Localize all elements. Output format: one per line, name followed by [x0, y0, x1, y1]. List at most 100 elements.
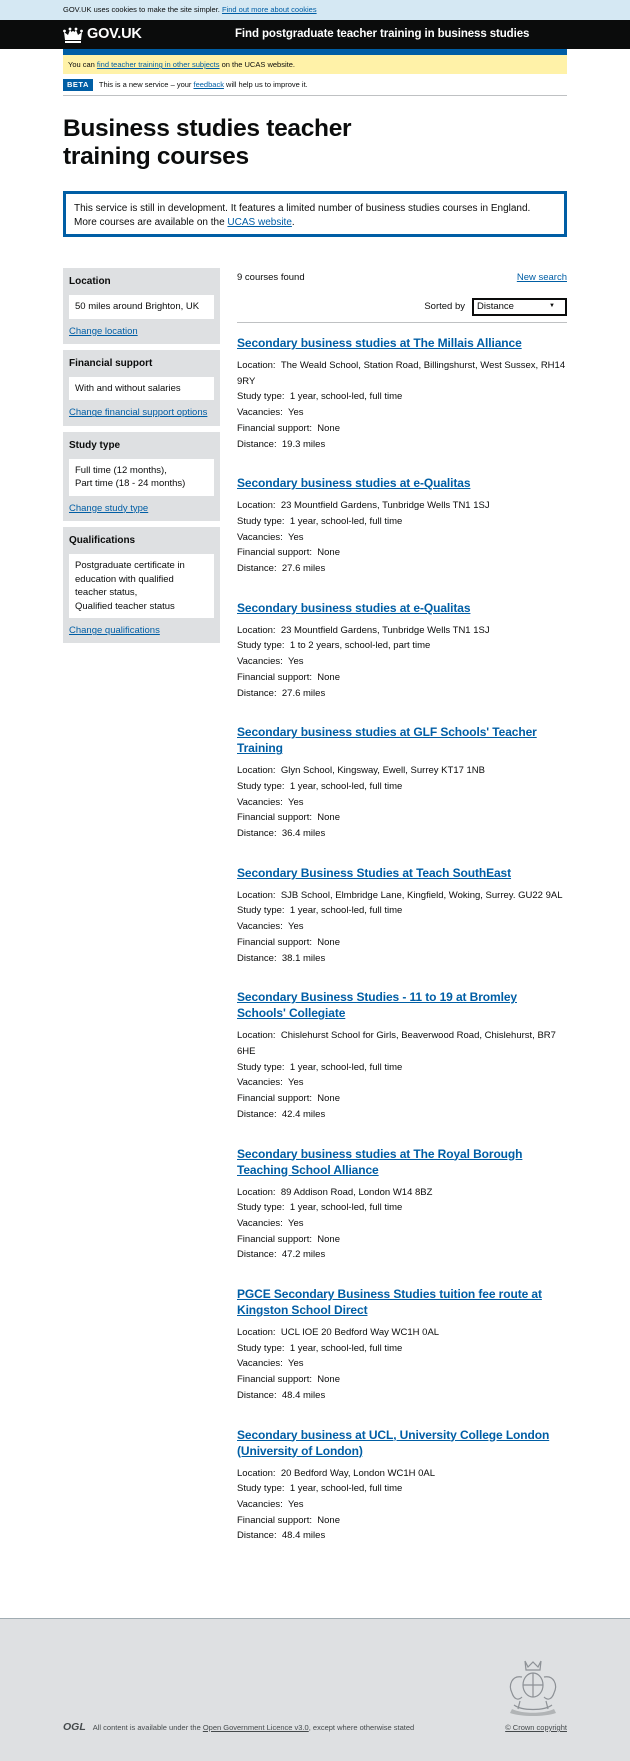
course-study-type-row: Study type: 1 year, school-led, full tim…: [237, 779, 567, 795]
field-value: None: [317, 1374, 340, 1386]
field-label: Vacancies:: [237, 531, 283, 543]
course-title-link[interactable]: Secondary business studies at GLF School…: [237, 725, 537, 755]
course-vacancies-row: Vacancies: Yes: [237, 405, 567, 421]
field-value: 48.4 miles: [281, 1530, 326, 1542]
field-value: 23 Mountfield Gardens, Tunbridge Wells T…: [280, 500, 490, 512]
course-result: Secondary business studies at GLF School…: [237, 712, 567, 853]
field-value: Yes: [288, 1358, 304, 1370]
filter-heading: Qualifications: [69, 535, 136, 547]
field-label: Vacancies:: [237, 656, 283, 668]
field-label: Distance:: [237, 952, 277, 964]
field-value: 1 year, school-led, full time: [289, 1342, 403, 1354]
field-label: Distance:: [237, 687, 277, 699]
course-vacancies-row: Vacancies: Yes: [237, 1497, 567, 1513]
course-result: Secondary business studies at e-Qualitas…: [237, 588, 567, 713]
ucas-website-link[interactable]: UCAS website: [227, 217, 291, 228]
field-label: Study type:: [237, 640, 285, 652]
ucas-notice: You can find teacher training in other s…: [63, 55, 567, 74]
change-location-link[interactable]: Change location: [69, 326, 138, 337]
course-title-link[interactable]: PGCE Secondary Business Studies tuition …: [237, 1287, 542, 1317]
course-distance-row: Distance: 36.4 miles: [237, 826, 567, 842]
course-result: Secondary business at UCL, University Co…: [237, 1415, 567, 1556]
field-value: 23 Mountfield Gardens, Tunbridge Wells T…: [280, 624, 490, 636]
filter-qualifications: Qualifications Postgraduate certificate …: [63, 527, 220, 644]
field-label: Financial support:: [237, 936, 312, 948]
field-label: Distance:: [237, 1389, 277, 1401]
field-value: 48.4 miles: [281, 1389, 326, 1401]
change-qualifications-link[interactable]: Change qualifications: [69, 625, 160, 636]
field-value: 1 year, school-led, full time: [289, 1202, 403, 1214]
course-distance-row: Distance: 19.3 miles: [237, 437, 567, 453]
field-label: Location:: [237, 1030, 276, 1042]
course-vacancies-row: Vacancies: Yes: [237, 1356, 567, 1372]
filter-financial-support: Financial support With and without salar…: [63, 349, 220, 426]
ogl-logo: OGL: [63, 1721, 86, 1734]
change-study-type-link[interactable]: Change study type: [69, 503, 148, 514]
ogl-licence-link[interactable]: Open Government Licence v3.0: [203, 1723, 309, 1732]
course-study-type-row: Study type: 1 year, school-led, full tim…: [237, 903, 567, 919]
field-label: Location:: [237, 1186, 276, 1198]
field-value: None: [317, 1514, 340, 1526]
callout-line-1: This service is still in development. It…: [74, 203, 531, 214]
filter-heading: Financial support: [69, 357, 153, 369]
filter-location: Location 50 miles around Brighton, UK Ch…: [63, 268, 220, 344]
new-search-link[interactable]: New search: [517, 271, 567, 287]
course-distance-row: Distance: 48.4 miles: [237, 1388, 567, 1404]
course-financial-row: Financial support: None: [237, 1513, 567, 1529]
field-label: Vacancies:: [237, 1217, 283, 1229]
field-value: 89 Addison Road, London W14 8BZ: [280, 1186, 433, 1198]
course-distance-row: Distance: 48.4 miles: [237, 1528, 567, 1544]
course-location-row: Location: The Weald School, Station Road…: [237, 358, 567, 389]
field-value: None: [317, 1093, 340, 1105]
field-value: None: [317, 936, 340, 948]
sort-value: Distance: [477, 300, 514, 312]
notice-text: You can: [68, 60, 97, 69]
field-value: Yes: [288, 921, 304, 933]
sort-select[interactable]: Distance ▼: [472, 298, 567, 316]
course-distance-row: Distance: 42.4 miles: [237, 1107, 567, 1123]
callout-line-2: More courses are available on the UCAS w…: [74, 217, 295, 228]
field-label: Distance:: [237, 828, 277, 840]
course-distance-row: Distance: 27.6 miles: [237, 686, 567, 702]
course-study-type-row: Study type: 1 year, school-led, full tim…: [237, 389, 567, 405]
other-subjects-link[interactable]: find teacher training in other subjects: [97, 60, 220, 69]
field-label: Study type:: [237, 1342, 285, 1354]
logo-text: GOV.UK: [87, 26, 142, 43]
govuk-logo[interactable]: GOV.UK: [63, 25, 235, 44]
course-title-link[interactable]: Secondary business studies at The Millai…: [237, 336, 522, 350]
course-financial-row: Financial support: None: [237, 1372, 567, 1388]
course-title-link[interactable]: Secondary Business Studies at Teach Sout…: [237, 866, 511, 880]
crown-icon: [63, 27, 83, 43]
footer-meta: OGL All content is available under the O…: [63, 1721, 567, 1735]
cookie-link[interactable]: Find out more about cookies: [222, 5, 317, 14]
course-location-row: Location: 20 Bedford Way, London WC1H 0A…: [237, 1466, 567, 1482]
field-label: Location:: [237, 765, 276, 777]
filter-value: Postgraduate certificate in education wi…: [69, 554, 214, 619]
site-header: GOV.UK Find postgraduate teacher trainin…: [0, 20, 630, 49]
field-value: UCL IOE 20 Bedford Way WC1H 0AL: [280, 1327, 440, 1339]
course-title-link[interactable]: Secondary business studies at e-Qualitas: [237, 476, 471, 490]
phase-banner: BETA This is a new service – your feedba…: [63, 74, 567, 96]
field-label: Distance:: [237, 438, 277, 450]
course-title-link[interactable]: Secondary business at UCL, University Co…: [237, 1428, 549, 1458]
field-value: None: [317, 812, 340, 824]
course-location-row: Location: 89 Addison Road, London W14 8B…: [237, 1185, 567, 1201]
course-title-link[interactable]: Secondary Business Studies - 11 to 19 at…: [237, 990, 517, 1020]
crown-copyright-link[interactable]: © Crown copyright: [505, 1723, 567, 1733]
field-label: Financial support:: [237, 1093, 312, 1105]
service-name[interactable]: Find postgraduate teacher training in bu…: [235, 27, 529, 42]
site-footer: OGL All content is available under the O…: [0, 1618, 630, 1761]
field-value: 19.3 miles: [281, 438, 326, 450]
field-label: Location:: [237, 889, 276, 901]
course-title-link[interactable]: Secondary business studies at e-Qualitas: [237, 601, 471, 615]
field-value: 1 year, school-led, full time: [289, 391, 403, 403]
field-value: SJB School, Elmbridge Lane, Kingfield, W…: [280, 889, 563, 901]
field-label: Study type:: [237, 515, 285, 527]
course-financial-row: Financial support: None: [237, 1091, 567, 1107]
change-financial-support-link[interactable]: Change financial support options: [69, 407, 207, 418]
course-vacancies-row: Vacancies: Yes: [237, 654, 567, 670]
chevron-down-icon: ▼: [549, 303, 555, 310]
course-title-link[interactable]: Secondary business studies at The Royal …: [237, 1147, 522, 1177]
course-location-row: Location: 23 Mountfield Gardens, Tunbrid…: [237, 623, 567, 639]
feedback-link[interactable]: feedback: [194, 80, 224, 89]
